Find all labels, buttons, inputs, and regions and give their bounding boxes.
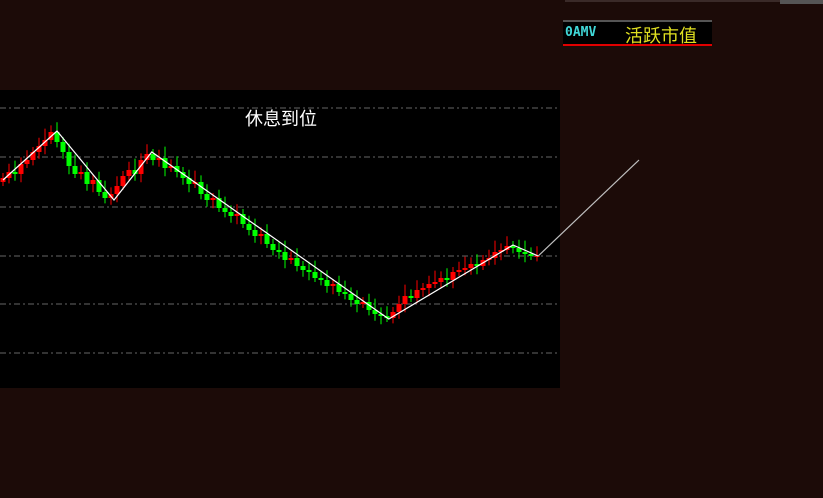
- chart-panel: [0, 90, 560, 388]
- candle-body: [72, 166, 78, 174]
- candle-body: [414, 290, 420, 298]
- candle-body: [348, 294, 354, 300]
- candle-body: [450, 272, 456, 280]
- candle-body: [114, 186, 120, 194]
- candle-body: [66, 152, 72, 166]
- candle-body: [342, 292, 348, 294]
- candle-body: [228, 212, 234, 216]
- candle-body: [276, 250, 282, 252]
- candle-body: [330, 284, 336, 286]
- candlestick-chart: [0, 90, 640, 388]
- candle-body: [300, 266, 306, 270]
- candle-body: [150, 154, 156, 160]
- candle-body: [528, 254, 534, 256]
- candle-body: [282, 252, 288, 260]
- candle-body: [102, 192, 108, 198]
- candle-body: [60, 142, 66, 152]
- candle-body: [420, 288, 426, 290]
- candle-body: [84, 172, 90, 184]
- candle-body: [468, 264, 474, 268]
- candle-body: [462, 268, 468, 270]
- candle-body: [318, 278, 324, 280]
- candle-body: [258, 234, 264, 236]
- candle-body: [120, 176, 126, 186]
- candle-body: [294, 258, 300, 266]
- candle-body: [90, 180, 96, 184]
- candle-body: [426, 284, 432, 288]
- candle-body: [264, 234, 270, 244]
- candle-body: [252, 230, 258, 236]
- candle-body: [324, 280, 330, 286]
- candle-body: [288, 258, 294, 260]
- candle-body: [444, 278, 450, 280]
- candle-body: [144, 154, 150, 160]
- candle-body: [522, 252, 528, 254]
- candle-body: [234, 214, 240, 216]
- candle-body: [222, 208, 228, 212]
- candle-body: [246, 224, 252, 230]
- candle-body: [210, 198, 216, 200]
- candle-body: [312, 272, 318, 278]
- candle-body: [354, 300, 360, 304]
- candle-body: [204, 194, 210, 200]
- candle-body: [396, 304, 402, 312]
- candle-body: [306, 270, 312, 272]
- candle-body: [126, 170, 132, 176]
- candle-body: [438, 278, 444, 282]
- candle-body: [408, 296, 414, 298]
- candle-body: [270, 244, 276, 250]
- candle-body: [12, 172, 18, 174]
- candle-body: [78, 172, 84, 174]
- candle-body: [432, 282, 438, 284]
- candle-body: [456, 270, 462, 272]
- chart-title: 休息到位: [245, 109, 317, 130]
- candle-body: [402, 296, 408, 304]
